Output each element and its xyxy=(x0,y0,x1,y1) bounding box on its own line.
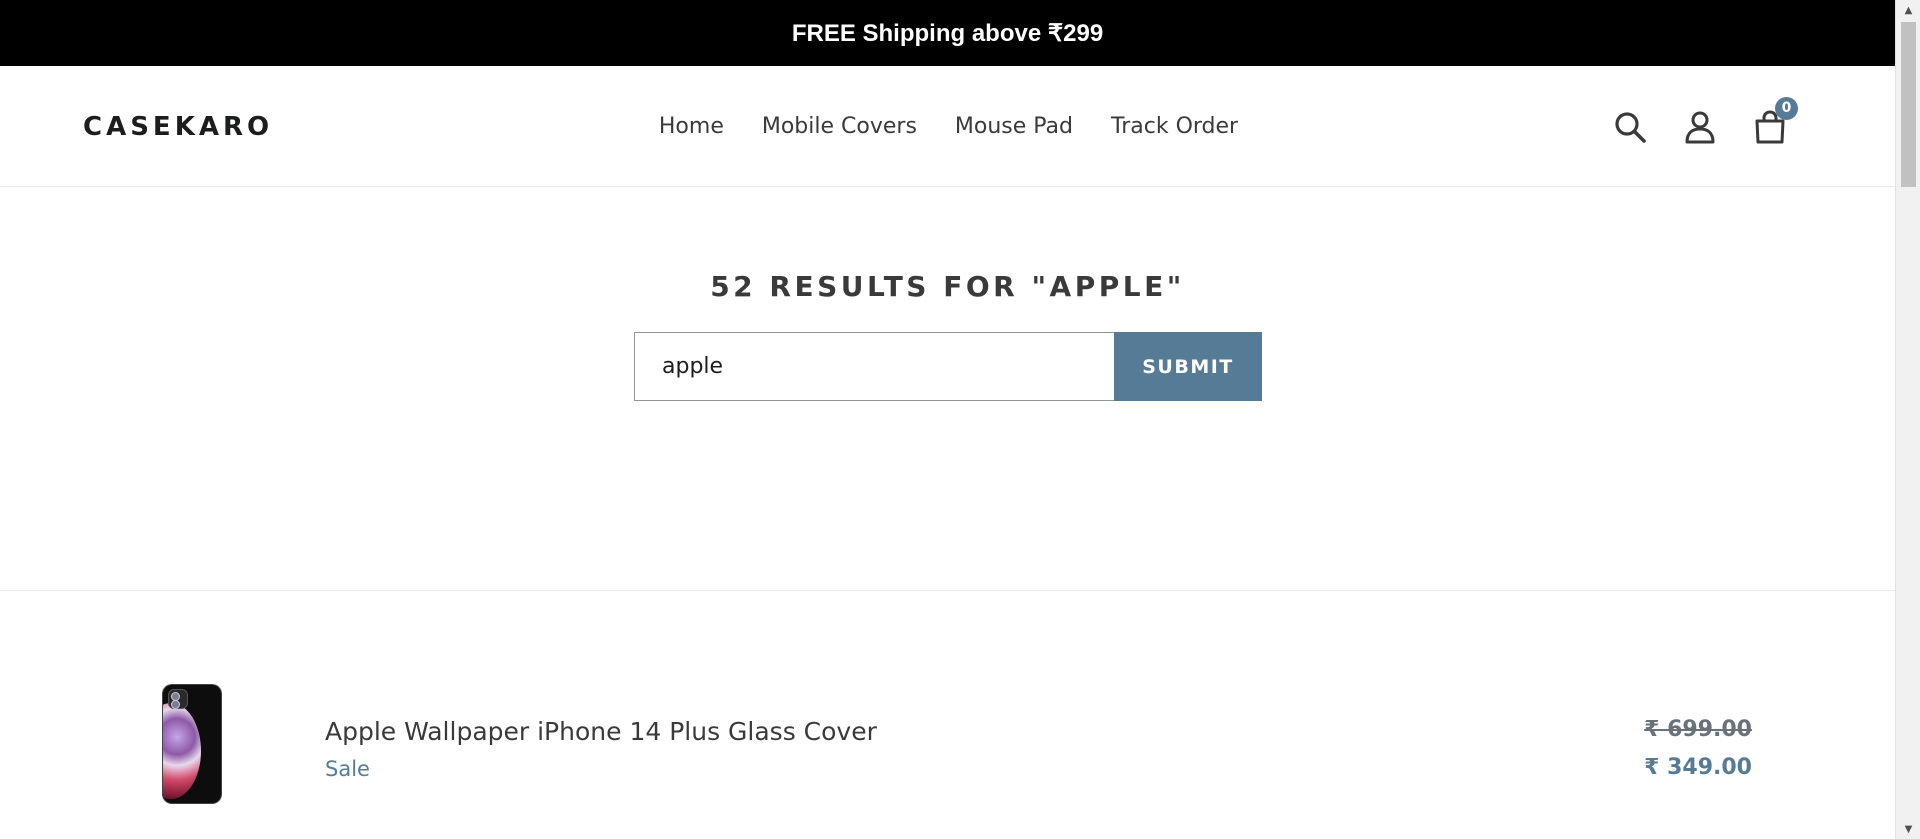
search-form: SUBMIT xyxy=(634,332,1262,401)
nav-item-home[interactable]: Home xyxy=(640,114,743,139)
scroll-thumb[interactable] xyxy=(1901,22,1916,187)
scroll-up-arrow-icon[interactable]: ▲ xyxy=(1896,0,1920,20)
scrollbar[interactable]: ▲ ▼ xyxy=(1895,0,1920,839)
sale-badge: Sale xyxy=(325,757,370,781)
nav-item-track-order[interactable]: Track Order xyxy=(1092,114,1257,139)
page-title: 52 RESULTS FOR "APPLE" xyxy=(710,270,1185,303)
sale-price: ₹ 349.00 xyxy=(1644,755,1752,780)
submit-button[interactable]: SUBMIT xyxy=(1114,332,1262,401)
search-icon xyxy=(1615,111,1646,143)
cart-count-badge: 0 xyxy=(1775,96,1798,120)
compare-price: ₹ 699.00 xyxy=(1644,717,1752,742)
cart-button[interactable]: 0 xyxy=(1750,96,1798,147)
nav-item-mobile-covers[interactable]: Mobile Covers xyxy=(743,114,936,139)
product-title[interactable]: Apple Wallpaper iPhone 14 Plus Glass Cov… xyxy=(325,717,877,746)
page: FREE Shipping above ₹299 CASEKARO Home M… xyxy=(0,0,1920,839)
list-item[interactable]: Apple Wallpaper iPhone 14 Plus Glass Cov… xyxy=(0,660,1895,810)
camera-module xyxy=(168,689,188,709)
scroll-down-arrow-icon[interactable]: ▼ xyxy=(1896,819,1920,839)
nav-item-mouse-pad[interactable]: Mouse Pad xyxy=(936,114,1092,139)
search-input[interactable] xyxy=(634,332,1114,401)
wallpaper-art xyxy=(163,703,201,799)
announcement-text: FREE Shipping above ₹299 xyxy=(791,19,1104,47)
announcement-bar: FREE Shipping above ₹299 xyxy=(0,0,1895,66)
account-icon xyxy=(1685,111,1715,143)
product-image[interactable] xyxy=(163,685,221,803)
header-icons: 0 xyxy=(1610,66,1798,187)
account-button[interactable] xyxy=(1680,107,1720,147)
search-button[interactable] xyxy=(1610,107,1650,147)
site-header: CASEKARO Home Mobile Covers Mouse Pad Tr… xyxy=(0,66,1895,187)
search-section: 52 RESULTS FOR "APPLE" SUBMIT xyxy=(0,187,1895,591)
